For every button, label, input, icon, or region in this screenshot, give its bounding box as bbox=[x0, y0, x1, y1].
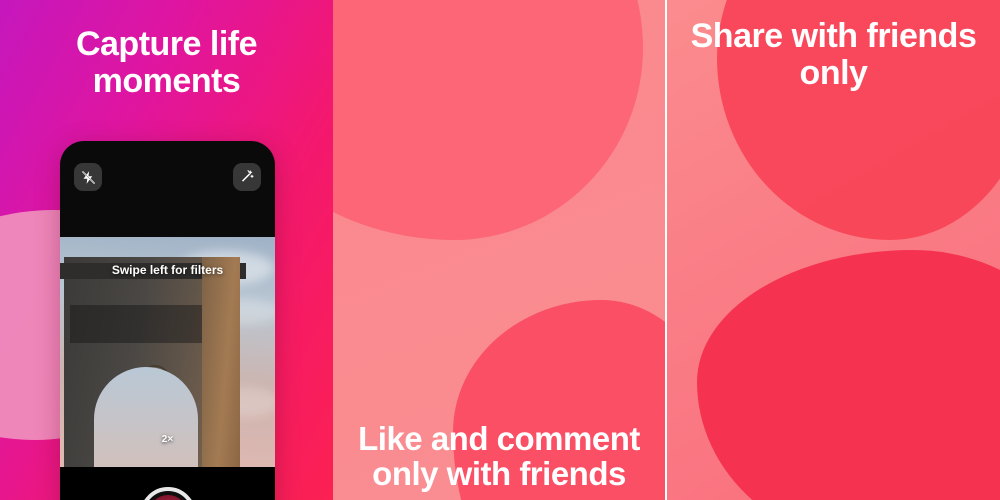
swipe-filters-hint: Swipe left for filters bbox=[111, 263, 224, 277]
app-store-screenshot-set: Capture life moments Swipe left for filt… bbox=[0, 0, 1000, 500]
panel-middle-headline: Like and comment only with friends bbox=[358, 419, 640, 493]
zoom-level-indicator[interactable]: 2× bbox=[162, 434, 173, 445]
decorative-blob bbox=[333, 0, 643, 240]
flash-off-icon[interactable] bbox=[74, 163, 102, 191]
camera-viewfinder[interactable]: Swipe left for filters 2× bbox=[60, 237, 275, 467]
panel-right-headline: Share with friends only bbox=[690, 17, 977, 92]
arch-subject bbox=[60, 257, 246, 467]
camera-bottom-bar bbox=[60, 467, 275, 500]
promo-panel-middle: Message Sam, Esther, Mitchell, Aubrey, D… bbox=[333, 0, 665, 500]
shutter-button[interactable] bbox=[139, 487, 196, 500]
promo-panel-right: Share with friends only Whee 8 Tao 12m a… bbox=[665, 0, 1000, 500]
camera-top-controls bbox=[60, 141, 275, 237]
decorative-blob bbox=[697, 250, 1000, 500]
promo-panel-left: Capture life moments Swipe left for filt… bbox=[0, 0, 333, 500]
magic-wand-icon[interactable] bbox=[233, 163, 261, 191]
phone-mockup-camera: Swipe left for filters 2× bbox=[60, 141, 275, 500]
panel-left-headline: Capture life moments bbox=[75, 25, 258, 100]
